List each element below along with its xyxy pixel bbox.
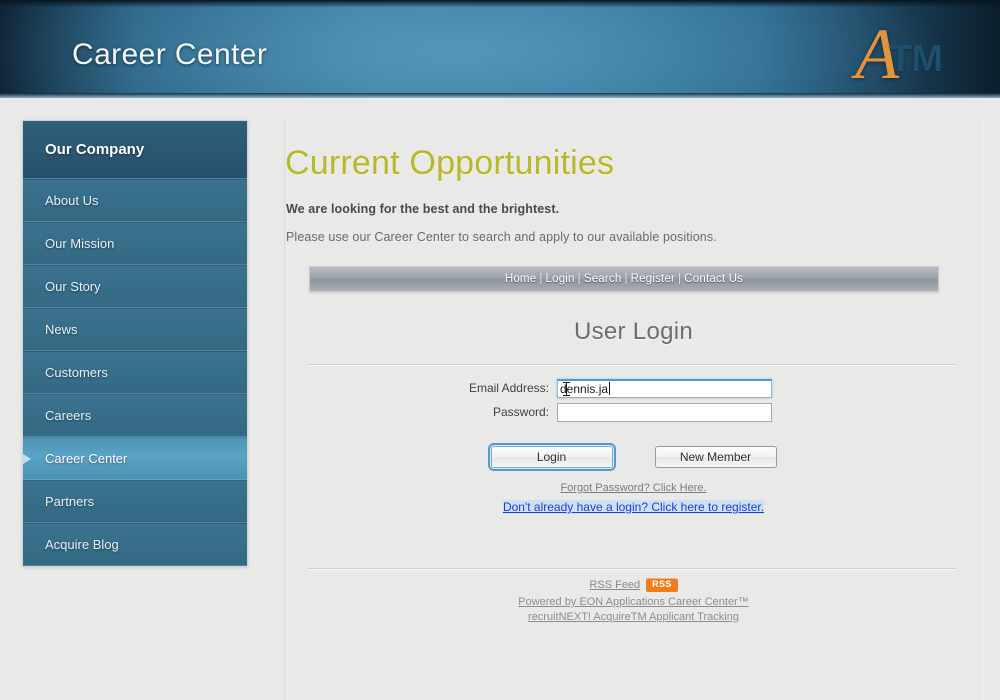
sidebar-item-news[interactable]: News (23, 308, 247, 351)
sidebar-item-label: Acquire Blog (45, 537, 119, 552)
login-button[interactable]: Login (487, 443, 616, 471)
lead-text-secondary: Please use our Career Center to search a… (286, 230, 717, 244)
lead-text-primary: We are looking for the best and the brig… (286, 202, 560, 216)
text-caret (609, 381, 611, 395)
rss-feed-link[interactable]: RSS Feed (589, 579, 640, 591)
password-input[interactable] (557, 402, 772, 422)
forgot-password-link[interactable]: Forgot Password? Click Here. (285, 482, 982, 494)
sidebar-nav: Our Company About Us Our Mission Our Sto… (22, 120, 248, 567)
nav-link-register[interactable]: Register (631, 273, 675, 285)
register-link[interactable]: Don't already have a login? Click here t… (502, 500, 765, 514)
login-button-row: Login New Member (285, 443, 982, 471)
nav-link-home[interactable]: Home (505, 273, 536, 285)
nav-separator: | (539, 273, 543, 285)
site-title: Career Center (72, 38, 268, 71)
sidebar-item-our-mission[interactable]: Our Mission (23, 222, 247, 265)
login-helper-links: Forgot Password? Click Here. Don't alrea… (285, 482, 982, 516)
sidebar-item-label: Our Story (45, 279, 101, 294)
nav-link-login[interactable]: Login (546, 273, 575, 285)
navbar-links: Home | Login | Search | Register | Contact Us (505, 273, 743, 285)
sidebar-item-label: News (45, 322, 78, 337)
nav-separator: | (577, 273, 581, 285)
sidebar-item-our-story[interactable]: Our Story (23, 265, 247, 308)
rss-badge-icon[interactable]: RSS (646, 578, 678, 592)
sidebar-item-acquire-blog[interactable]: Acquire Blog (23, 523, 247, 566)
powered-by-link[interactable]: Powered by EON Applications Career Cente… (518, 596, 749, 608)
logo-tm-text: TM (889, 38, 943, 80)
sidebar-item-label: Customers (45, 365, 108, 380)
powered-by-line: Powered by EON Applications Career Cente… (285, 595, 982, 610)
main-content-panel: Current Opportunities We are looking for… (285, 118, 982, 700)
password-label: Password: (492, 405, 549, 419)
products-line: recruitNEXT! AcquireTM Applicant Trackin… (285, 610, 982, 625)
rss-row: RSS Feed RSS (285, 578, 982, 592)
sidebar-item-about-us[interactable]: About Us (23, 179, 247, 222)
sidebar-item-label: About Us (45, 193, 99, 208)
sidebar-item-customers[interactable]: Customers (23, 351, 247, 394)
email-input-value: dennis.ja (560, 381, 609, 396)
sidebar-item-label: Our Mission (45, 236, 115, 251)
sidebar-heading: Our Company (23, 121, 247, 179)
products-link[interactable]: recruitNEXT! AcquireTM Applicant Trackin… (528, 611, 739, 623)
email-row: Email Address: dennis.ja (285, 376, 982, 400)
career-center-navbar: Home | Login | Search | Register | Contact Us (309, 266, 939, 292)
email-label: Email Address: (468, 381, 549, 395)
login-form: Email Address: dennis.ja Password: (285, 376, 982, 424)
sidebar-item-label: Partners (45, 494, 95, 509)
sidebar-item-career-center[interactable]: Career Center (23, 437, 247, 480)
divider-top (307, 364, 957, 365)
site-header: Career Center A TM (0, 0, 1000, 98)
sidebar-item-careers[interactable]: Careers (23, 394, 247, 437)
sidebar-item-partners[interactable]: Partners (23, 480, 247, 523)
divider-bottom (307, 568, 957, 569)
password-row: Password: (285, 400, 982, 424)
acquiretm-logo: A TM (855, 14, 943, 90)
page-root: Career Center A TM Our Company About Us … (0, 0, 1000, 700)
page-title: Current Opportunities (285, 144, 615, 182)
nav-link-contact-us[interactable]: Contact Us (684, 273, 743, 285)
user-login-heading: User Login (573, 318, 694, 345)
email-input[interactable]: dennis.ja (557, 378, 772, 398)
active-arrow-icon (23, 453, 31, 464)
nav-separator: | (624, 273, 628, 285)
page-footer: RSS Feed RSS Powered by EON Applications… (285, 578, 982, 625)
sidebar-item-label: Career Center (45, 451, 128, 466)
nav-link-search[interactable]: Search (584, 273, 622, 285)
new-member-button[interactable]: New Member (654, 446, 777, 468)
sidebar-item-label: Careers (45, 408, 92, 423)
nav-separator: | (678, 273, 682, 285)
